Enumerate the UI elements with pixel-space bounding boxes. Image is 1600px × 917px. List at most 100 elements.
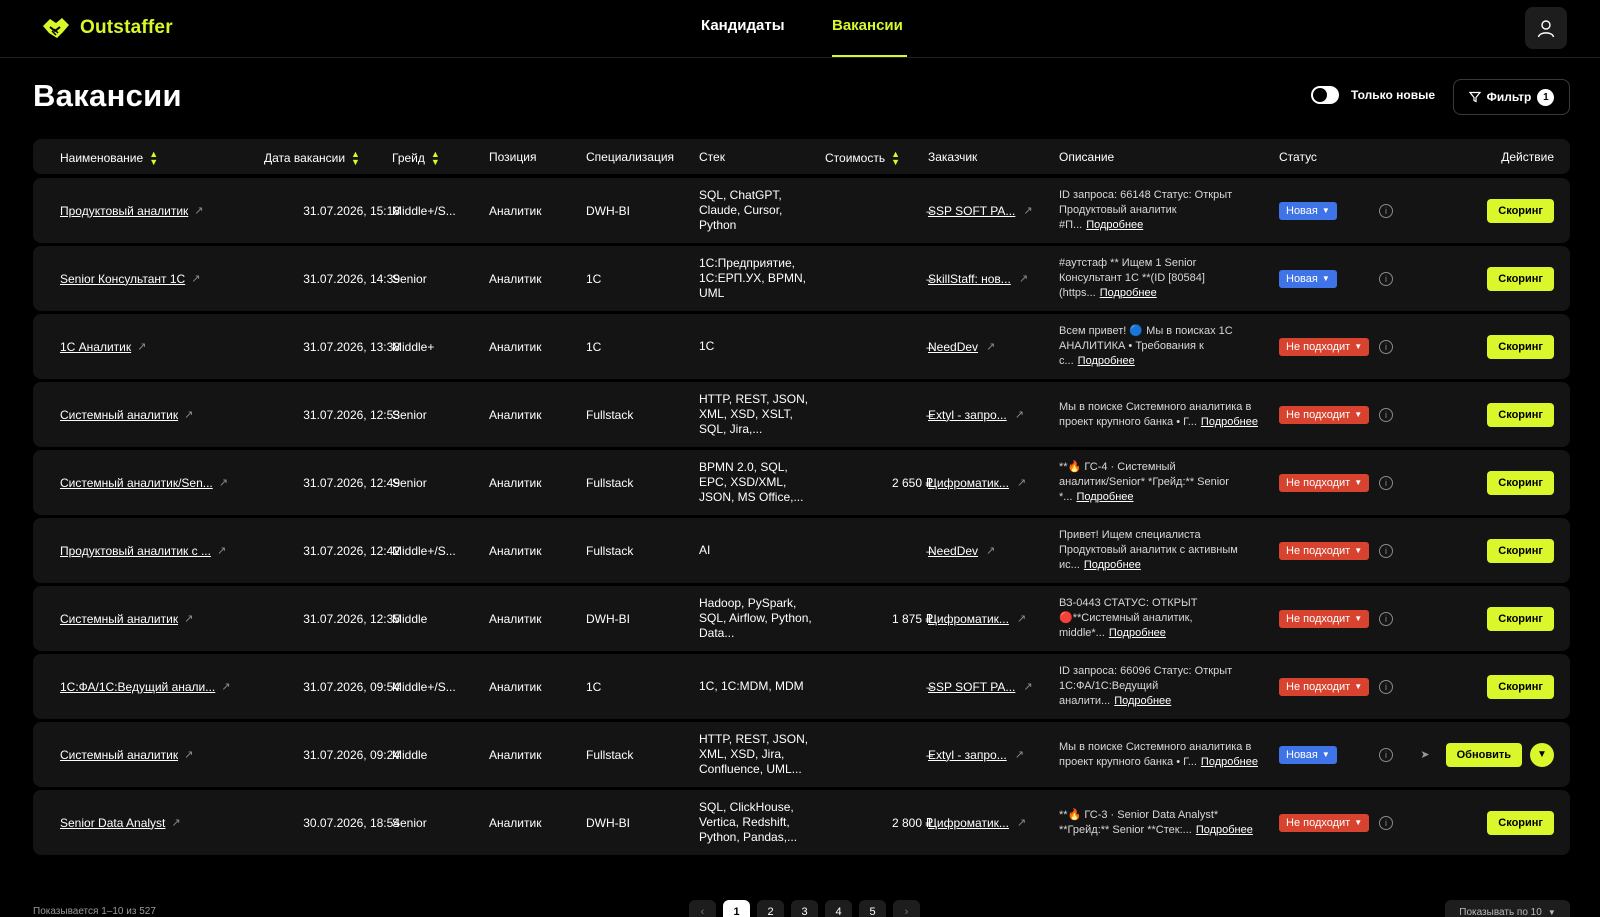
status-badge[interactable]: Не подходит ▼ [1279,813,1370,832]
header-grade[interactable]: Грейд ▲ ▼ [392,150,440,167]
customer-link[interactable]: SkillStaff: нов... [928,272,1011,286]
next-page-button[interactable]: › [893,900,920,917]
external-link-icon[interactable]: ↗ [184,748,193,761]
prev-page-button[interactable]: ‹ [689,900,716,917]
info-icon[interactable]: i [1379,747,1393,762]
status-badge[interactable]: Не подходит ▼ [1279,677,1370,696]
more-link[interactable]: Подробнее [1109,627,1166,639]
tab-vacancies[interactable]: Вакансии [832,17,903,34]
customer-link[interactable]: NeedDev [928,544,978,558]
status-badge[interactable]: Не подходит ▼ [1279,337,1370,356]
customer-link[interactable]: Цифроматик... [928,476,1009,490]
scoring-button[interactable]: Скоринг [1487,470,1554,495]
status-badge[interactable]: Новая ▼ [1279,745,1337,764]
external-link-icon[interactable]: ↗ [221,680,230,693]
profile-button[interactable] [1525,7,1567,49]
customer-link[interactable]: Extyl - запро... [928,748,1007,762]
scoring-button[interactable]: Скоринг [1487,266,1554,291]
vacancy-name-link[interactable]: Продуктовый аналитик с ... [60,544,211,558]
per-page-select[interactable]: Показывать по 10 ▼ [1445,900,1570,917]
scoring-button[interactable]: Скоринг [1487,810,1554,835]
customer-link[interactable]: NeedDev [928,340,978,354]
scoring-button[interactable]: Скоринг [1487,402,1554,427]
external-link-icon[interactable]: ↗ [137,340,146,353]
update-button[interactable]: Обновить [1445,742,1522,767]
vacancy-name-link[interactable]: Продуктовый аналитик [60,204,188,218]
more-link[interactable]: Подробнее [1084,559,1141,571]
page-button[interactable]: 1 [723,900,750,917]
more-link[interactable]: Подробнее [1078,355,1135,367]
header-cost[interactable]: Стоимость ▲ ▼ [825,150,900,167]
info-icon[interactable]: i [1379,679,1393,694]
customer-link[interactable]: SSP SOFT PA... [928,204,1015,218]
scoring-button[interactable]: Скоринг [1487,198,1554,223]
status-badge[interactable]: Не подходит ▼ [1279,609,1370,628]
info-icon[interactable]: i [1379,475,1393,490]
vacancy-name-link[interactable]: Системный аналитик [60,408,178,422]
external-link-icon[interactable]: ↗ [217,544,226,557]
page-button[interactable]: 5 [859,900,886,917]
scoring-button[interactable]: Скоринг [1487,334,1554,359]
more-link[interactable]: Подробнее [1114,695,1171,707]
external-link-icon[interactable]: ↗ [1023,680,1032,693]
info-icon[interactable]: i [1379,611,1393,626]
vacancy-name-link[interactable]: Senior Консультант 1С [60,272,185,286]
more-link[interactable]: Подробнее [1196,824,1253,836]
status-badge[interactable]: Не подходит ▼ [1279,473,1370,492]
page-button[interactable]: 4 [825,900,852,917]
header-date[interactable]: Дата вакансии ▲ ▼ [264,150,360,167]
info-icon[interactable]: i [1379,203,1393,218]
external-link-icon[interactable]: ↗ [184,408,193,421]
scoring-button[interactable]: Скоринг [1487,606,1554,631]
page-button[interactable]: 2 [757,900,784,917]
more-link[interactable]: Подробнее [1201,756,1258,768]
vacancy-name-link[interactable]: Системный аналитик [60,612,178,626]
send-icon[interactable]: ➤ [1420,748,1429,761]
scoring-button[interactable]: Скоринг [1487,538,1554,563]
info-icon[interactable]: i [1379,815,1393,830]
status-badge[interactable]: Не подходит ▼ [1279,541,1370,560]
status-badge[interactable]: Новая ▼ [1279,269,1337,288]
expand-chevron-icon[interactable]: ▼ [1530,742,1554,767]
vacancy-name-link[interactable]: 1С Аналитик [60,340,131,354]
tab-candidates[interactable]: Кандидаты [701,17,785,34]
external-link-icon[interactable]: ↗ [1015,408,1024,421]
external-link-icon[interactable]: ↗ [194,204,203,217]
customer-link[interactable]: Цифроматик... [928,816,1009,830]
customer-link[interactable]: Extyl - запро... [928,408,1007,422]
external-link-icon[interactable]: ↗ [1019,272,1028,285]
only-new-toggle[interactable]: Только новые [1311,86,1435,104]
info-icon[interactable]: i [1379,407,1393,422]
header-name[interactable]: Наименование ▲ ▼ [60,150,158,167]
info-icon[interactable]: i [1379,271,1393,286]
external-link-icon[interactable]: ↗ [986,340,995,353]
more-link[interactable]: Подробнее [1100,287,1157,299]
more-link[interactable]: Подробнее [1086,219,1143,231]
more-link[interactable]: Подробнее [1201,416,1258,428]
info-icon[interactable]: i [1379,339,1393,354]
vacancy-name-link[interactable]: 1С:ФА/1С:Ведущий анали... [60,680,215,694]
status-badge[interactable]: Не подходит ▼ [1279,405,1370,424]
scoring-button[interactable]: Скоринг [1487,674,1554,699]
external-link-icon[interactable]: ↗ [986,544,995,557]
page-button[interactable]: 3 [791,900,818,917]
customer-link[interactable]: SSP SOFT PA... [928,680,1015,694]
external-link-icon[interactable]: ↗ [219,476,228,489]
toggle-switch[interactable] [1311,86,1339,104]
external-link-icon[interactable]: ↗ [1017,612,1026,625]
more-link[interactable]: Подробнее [1076,491,1133,503]
vacancy-name-link[interactable]: Системный аналитик [60,748,178,762]
vacancy-name-link[interactable]: Senior Data Analyst [60,816,165,830]
external-link-icon[interactable]: ↗ [1017,476,1026,489]
external-link-icon[interactable]: ↗ [191,272,200,285]
external-link-icon[interactable]: ↗ [1015,748,1024,761]
external-link-icon[interactable]: ↗ [1023,204,1032,217]
status-badge[interactable]: Новая ▼ [1279,201,1337,220]
external-link-icon[interactable]: ↗ [171,816,180,829]
customer-link[interactable]: Цифроматик... [928,612,1009,626]
external-link-icon[interactable]: ↗ [184,612,193,625]
info-icon[interactable]: i [1379,543,1393,558]
filter-button[interactable]: Фильтр 1 [1453,79,1570,115]
vacancy-name-link[interactable]: Системный аналитик/Sen... [60,476,213,490]
external-link-icon[interactable]: ↗ [1017,816,1026,829]
